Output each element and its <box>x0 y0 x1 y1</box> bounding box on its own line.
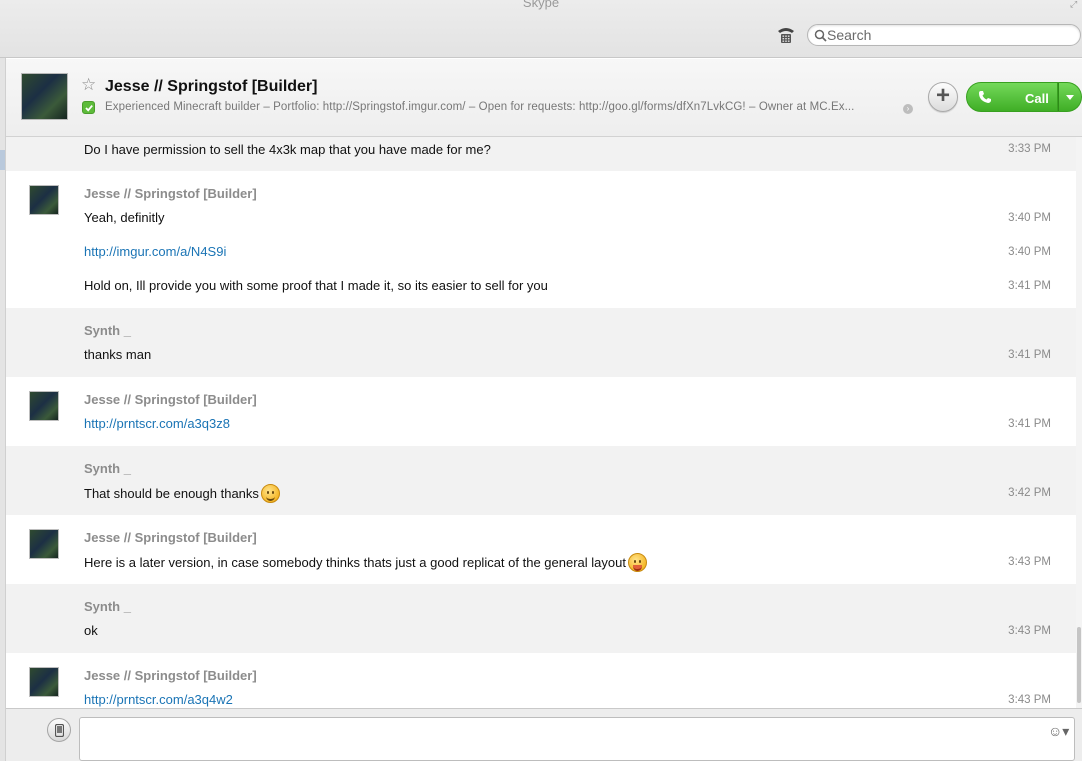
message-link[interactable]: http://prntscr.com/a3q4w2 <box>84 692 233 707</box>
message-group: Synth _ thanks man 3:41 PM <box>6 308 1076 377</box>
compose-bar: ☺▾ <box>6 708 1082 761</box>
favorite-star-icon[interactable]: ☆ <box>81 76 96 93</box>
emoticon-picker-icon[interactable]: ☺▾ <box>1048 723 1076 739</box>
message-time: 3:43 PM <box>1008 694 1051 706</box>
add-participant-button[interactable]: + <box>928 82 958 112</box>
message-group: Jesse // Springstof [Builder] Here is a … <box>6 515 1076 584</box>
message-text: Here is a later version, in case somebod… <box>84 555 626 570</box>
conversation-view[interactable]: Do I have permission to sell the 4x3k ma… <box>6 137 1076 708</box>
conversation-scrollbar[interactable] <box>1076 137 1082 708</box>
contact-avatar[interactable] <box>21 73 68 120</box>
message-text: thanks man <box>84 347 152 362</box>
call-button[interactable]: Call <box>966 82 1058 112</box>
message-group: Jesse // Springstof [Builder] http://prn… <box>6 377 1076 446</box>
avatar[interactable] <box>29 529 59 559</box>
message-line: Here is a later version, in case somebod… <box>84 553 647 572</box>
message-time: 3:40 PM <box>1008 212 1051 224</box>
window-title: Skype <box>522 0 560 10</box>
search-input[interactable] <box>827 26 1067 44</box>
message-link[interactable]: http://prntscr.com/a3q3z8 <box>84 416 230 431</box>
message-time: 3:42 PM <box>1008 487 1051 499</box>
window-toolbar: Skype ⤢ <box>0 0 1082 58</box>
avatar[interactable] <box>29 391 59 421</box>
sender-name: Jesse // Springstof [Builder] <box>84 530 257 545</box>
message-time: 3:41 PM <box>1008 349 1051 361</box>
send-sms-button[interactable] <box>47 718 71 742</box>
sender-name: Jesse // Springstof [Builder] <box>84 392 257 407</box>
message-time: 3:40 PM <box>1008 246 1051 258</box>
avatar[interactable] <box>29 667 59 697</box>
message-group: Synth _ That should be enough thanks 3:4… <box>6 446 1076 515</box>
mood-message: Experienced Minecraft builder – Portfoli… <box>105 101 855 113</box>
tongue-emoji-icon <box>627 553 647 572</box>
fullscreen-icon[interactable]: ⤢ <box>1070 0 1080 9</box>
message-line: That should be enough thanks <box>84 484 280 503</box>
dialpad-icon[interactable] <box>776 25 796 45</box>
message-text: That should be enough thanks <box>84 486 259 501</box>
sender-name: Synth _ <box>84 323 131 338</box>
mobile-phone-icon <box>55 724 64 737</box>
message-text: Do I have permission to sell the 4x3k ma… <box>84 142 491 157</box>
smile-emoji-icon <box>260 484 280 503</box>
avatar[interactable] <box>29 185 59 215</box>
sidebar-selection-marker <box>0 150 5 170</box>
message-text: Hold on, Ill provide you with some proof… <box>84 278 548 293</box>
phone-icon <box>978 90 992 104</box>
message-time: 3:41 PM <box>1008 280 1051 292</box>
search-box[interactable] <box>807 24 1081 46</box>
call-options-dropdown[interactable] <box>1058 82 1082 112</box>
message-input[interactable] <box>79 717 1075 761</box>
message-text: Yeah, definitly <box>84 210 165 225</box>
contact-name: Jesse // Springstof [Builder] <box>105 78 318 95</box>
message-group: Synth _ ok 3:43 PM <box>6 584 1076 653</box>
sender-name: Jesse // Springstof [Builder] <box>84 668 257 683</box>
call-button-label: Call <box>1025 91 1049 106</box>
sender-name: Jesse // Springstof [Builder] <box>84 186 257 201</box>
search-icon <box>814 29 827 42</box>
message-group: Jesse // Springstof [Builder] Yeah, defi… <box>6 171 1076 308</box>
scrollbar-thumb[interactable] <box>1077 627 1081 703</box>
sender-name: Synth _ <box>84 461 131 476</box>
message-group: Jesse // Springstof [Builder] http://prn… <box>6 653 1076 708</box>
message-time: 3:41 PM <box>1008 418 1051 430</box>
message-text: ok <box>84 623 98 638</box>
message-link[interactable]: http://imgur.com/a/N4S9i <box>84 244 226 259</box>
message-time: 3:33 PM <box>1008 143 1051 155</box>
message-time: 3:43 PM <box>1008 625 1051 637</box>
message-time: 3:43 PM <box>1008 556 1051 568</box>
expand-mood-icon[interactable]: › <box>903 104 913 114</box>
contact-header: ☆ Jesse // Springstof [Builder] Experien… <box>6 59 1082 137</box>
online-status-icon <box>82 101 95 114</box>
message-group: Do I have permission to sell the 4x3k ma… <box>6 137 1076 171</box>
sender-name: Synth _ <box>84 599 131 614</box>
